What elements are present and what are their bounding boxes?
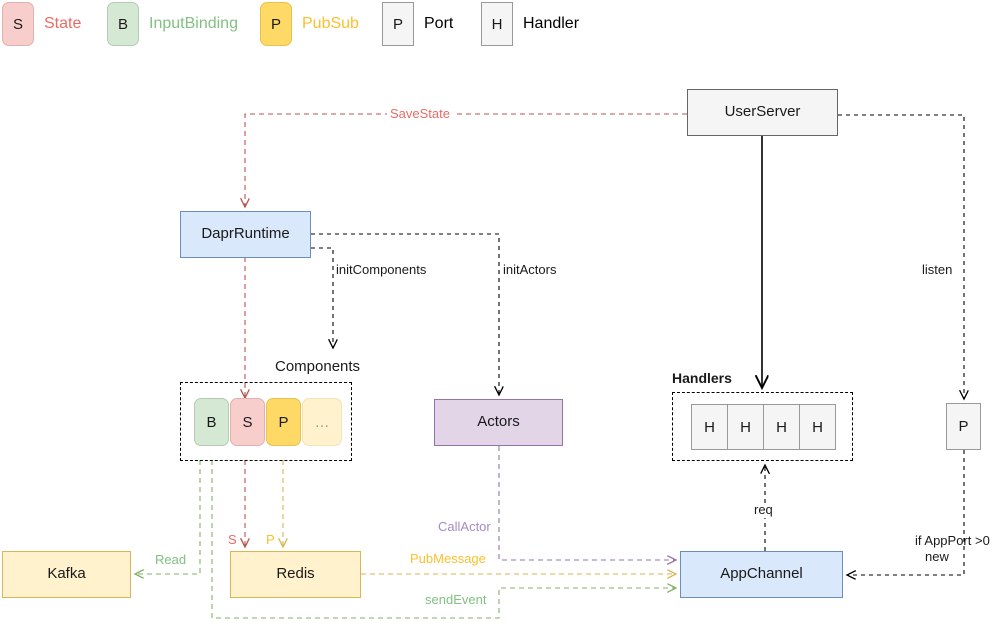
component-chip-state[interactable]: S [230,398,265,446]
component-chip-pubsub[interactable]: P [266,398,301,446]
edge-label-save-state: SaveState [387,106,453,122]
legend-glyph-pubsub: P [270,15,281,33]
handler-chip-4-label: H [812,418,823,436]
node-app-channel[interactable]: AppChannel [680,551,843,598]
legend-swatch-pubsub: P [260,2,292,46]
edge-label-call-actor: CallActor [436,519,493,535]
edge-init-components [311,247,333,348]
handler-chip-1-label: H [704,418,715,436]
handler-chip-2[interactable]: H [727,404,764,450]
legend-item-port: P Port [382,2,453,46]
diagram-canvas: S State B InputBinding P PubSub P Port H… [0,0,1005,629]
handler-chip-4[interactable]: H [799,404,836,450]
node-app-channel-label: AppChannel [720,565,803,583]
component-chip-inputbinding-label: B [206,413,217,431]
legend-glyph-port: P [392,15,403,33]
node-kafka-label: Kafka [47,565,86,583]
component-chip-more[interactable]: … [302,398,342,446]
node-user-server[interactable]: UserServer [687,89,838,136]
legend-swatch-inputbinding: B [107,2,139,46]
node-port[interactable]: P [946,403,981,450]
edge-save-state [245,113,687,207]
component-chip-pubsub-label: P [278,413,289,431]
edge-label-send-event: sendEvent [423,592,489,608]
node-port-label: P [958,418,969,435]
edge-label-init-actors: initActors [503,262,557,277]
edge-label-if-app-port-line1: if AppPort >0 [915,533,990,548]
handler-chip-3-label: H [776,418,787,436]
node-actors-label: Actors [477,413,520,431]
edge-layer [0,113,1005,619]
edge-call-actor [498,446,676,560]
node-user-server-label: UserServer [724,103,801,121]
legend-glyph-inputbinding: B [117,15,128,33]
edge-label-listen: listen [922,262,953,277]
legend-glyph-state: S [12,15,23,33]
node-kafka[interactable]: Kafka [2,551,131,598]
legend-swatch-state: S [2,2,34,46]
edge-label-init-components: initComponents [336,262,427,277]
legend-glyph-handler: H [491,15,503,33]
legend-label-port: Port [424,15,454,32]
legend-swatch-handler: H [481,2,513,46]
handler-chip-2-label: H [740,418,751,436]
handlers-title: Handlers [672,370,732,386]
handler-chip-3[interactable]: H [763,404,800,450]
legend-label-state: State [44,15,82,32]
legend-label-inputbinding: InputBinding [149,15,238,32]
legend-item-state: S State [2,2,81,46]
edge-label-if-app-port-line2: new [925,549,949,564]
legend-item-pubsub: P PubSub [260,2,359,46]
node-dapr-runtime[interactable]: DaprRuntime [180,211,311,258]
component-chip-more-label: … [314,413,330,431]
node-actors[interactable]: Actors [434,399,563,446]
node-redis[interactable]: Redis [230,551,361,598]
legend-label-pubsub: PubSub [302,15,359,32]
edge-label-req: req [752,502,775,518]
legend-label-handler: Handler [523,15,580,32]
components-title: Components [275,358,361,375]
legend-item-handler: H Handler [481,2,579,46]
component-chip-state-label: S [242,413,253,431]
edge-listen [838,114,964,399]
edge-label-pub-message: PubMessage [408,551,488,567]
node-dapr-runtime-label: DaprRuntime [201,225,290,243]
legend-item-inputbinding: B InputBinding [107,2,238,46]
edge-label-state-marker: S [228,532,237,547]
component-chip-inputbinding[interactable]: B [194,398,229,446]
edge-label-pubsub-marker: P [266,532,275,547]
handler-chip-1[interactable]: H [691,404,728,450]
legend-swatch-port: P [382,2,414,46]
edge-label-read: Read [153,552,189,568]
node-redis-label: Redis [276,565,315,583]
